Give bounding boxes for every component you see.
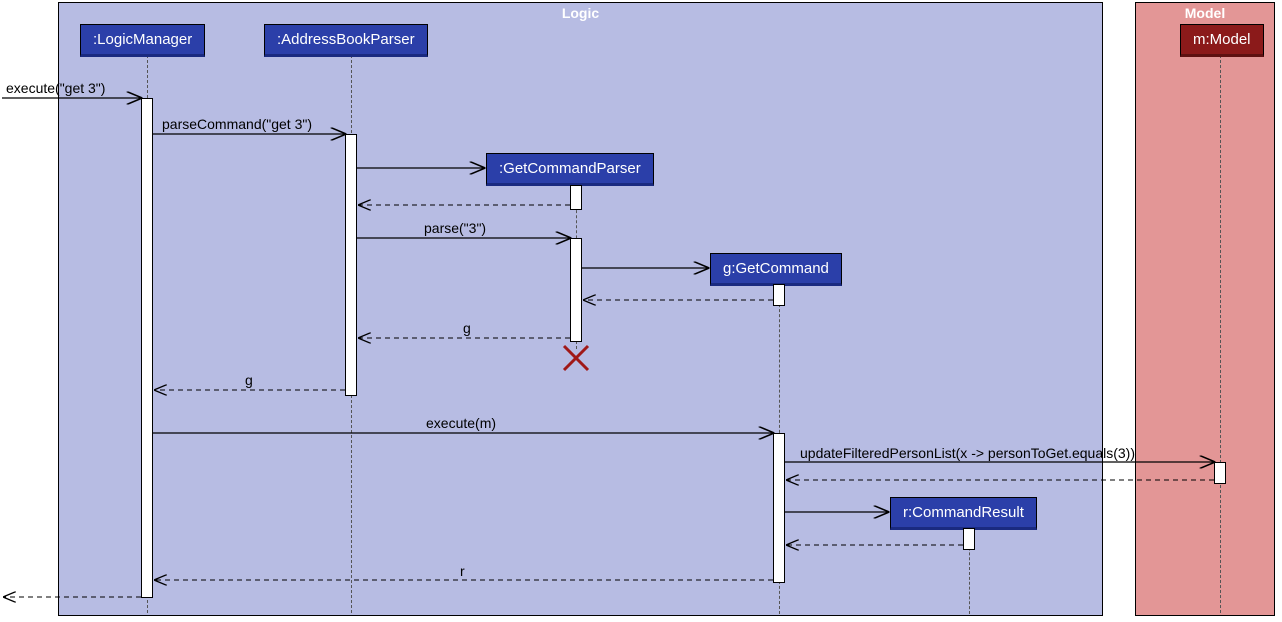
head-getcommandparser: :GetCommandParser [486, 153, 654, 186]
msg-execute: execute("get 3") [6, 80, 105, 96]
head-addressbookparser: :AddressBookParser [264, 24, 428, 57]
frame-logic-title: Logic [562, 5, 599, 21]
activation-getcommandparser-2 [570, 238, 582, 342]
head-getcommand: g:GetCommand [710, 253, 842, 286]
activation-commandresult [963, 528, 975, 550]
frame-model: Model [1135, 2, 1275, 616]
lifeline-model [1220, 55, 1221, 613]
head-logicmanager: :LogicManager [80, 24, 205, 57]
activation-getcommand-1 [773, 284, 785, 306]
msg-return-r: r [460, 563, 465, 579]
activation-logicmanager [141, 98, 153, 598]
activation-getcommand-2 [773, 433, 785, 583]
activation-model [1214, 462, 1226, 484]
activation-getcommandparser-1 [570, 185, 582, 210]
frame-model-title: Model [1185, 5, 1225, 21]
msg-parsecommand: parseCommand("get 3") [162, 116, 312, 132]
msg-executem: execute(m) [426, 415, 496, 431]
msg-updatefiltered: updateFilteredPersonList(x -> personToGe… [800, 445, 1135, 461]
head-commandresult: r:CommandResult [890, 497, 1037, 530]
msg-parse: parse("3") [424, 220, 486, 236]
head-model: m:Model [1180, 24, 1264, 57]
msg-return-g2: g [245, 372, 253, 388]
activation-addressbookparser [345, 134, 357, 396]
msg-return-g1: g [463, 320, 471, 336]
